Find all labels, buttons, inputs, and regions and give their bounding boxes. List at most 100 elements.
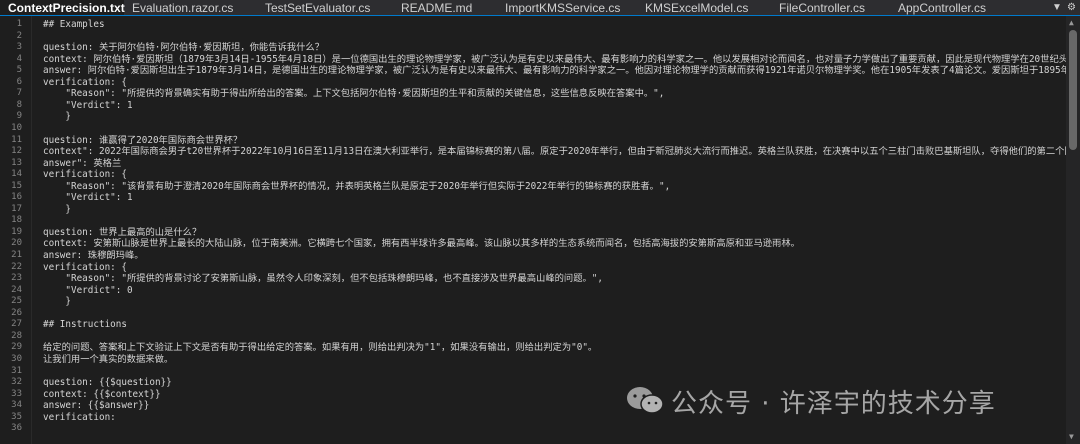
line-text[interactable]: verification: {: [43, 77, 127, 88]
line-text[interactable]: answer": 英格兰: [43, 158, 121, 169]
line-number: 34: [11, 400, 22, 411]
code-editor[interactable]: 1 ## Examples 2 3 question: 关于阿尔伯特·阿尔伯特·爱因斯坦…: [0, 16, 1080, 444]
line-text[interactable]: "Verdict": 0: [43, 285, 132, 296]
line-text[interactable]: question: 世界上最高的山是什么？: [43, 227, 201, 238]
gear-icon[interactable]: ⚙: [1067, 2, 1076, 13]
line-text[interactable]: context": 2022年国际商会男子t20世界杯于2022年10月16日至…: [43, 146, 1066, 157]
code-line[interactable]: 23 "Reason": "所提供的背景讨论了安第斯山脉，虽然令人印象深刻，但不…: [0, 273, 1066, 284]
line-number: 11: [11, 134, 22, 145]
line-text[interactable]: answer: {{$answer}}: [43, 400, 149, 411]
line-text[interactable]: question: 关于阿尔伯特·阿尔伯特·爱因斯坦，你能告诉我什么？: [43, 42, 324, 53]
tab-label: TestSetEvaluator.cs: [265, 0, 371, 15]
watermark-text: 公众号 · 许泽宇的技术分享: [671, 388, 996, 419]
line-text[interactable]: "Verdict": 1: [43, 100, 132, 111]
code-line[interactable]: 13 answer": 英格兰: [0, 158, 1066, 169]
tab-label: FileController.cs: [779, 0, 866, 15]
code-line[interactable]: 20 context: 安第斯山脉是世界上最长的大陆山脉，位于南美洲。它横跨七个国…: [0, 238, 1066, 249]
line-text[interactable]: }: [43, 111, 71, 122]
code-line[interactable]: 36: [0, 423, 1066, 434]
line-text[interactable]: verification: {: [43, 262, 127, 273]
line-number: 29: [11, 342, 22, 353]
line-number: 5: [16, 65, 22, 76]
tab-label: ImportKMSService.cs: [505, 0, 621, 15]
code-line[interactable]: 30 让我们用一个真实的数据来做。: [0, 354, 1066, 365]
tab-testsetevaluator[interactable]: TestSetEvaluator.cs: [257, 0, 393, 15]
scroll-up-icon[interactable]: ▲: [1069, 18, 1074, 27]
tab-importkmsservice[interactable]: ImportKMSService.cs: [497, 0, 637, 15]
line-number: 22: [11, 261, 22, 272]
code-line[interactable]: 17 }: [0, 204, 1066, 215]
tab-label: ContextPrecision.txt: [8, 0, 125, 15]
code-line[interactable]: 16 "Verdict": 1: [0, 192, 1066, 203]
line-text[interactable]: "Verdict": 1: [43, 192, 132, 203]
line-number: 2: [16, 30, 22, 41]
tab-contextprecision[interactable]: ContextPrecision.txt: [0, 0, 125, 15]
line-text[interactable]: "Reason": "所提供的背景确实有助于得出所给出的答案。上下文包括阿尔伯特…: [43, 88, 664, 99]
line-text[interactable]: 让我们用一个真实的数据来做。: [43, 354, 173, 365]
code-line[interactable]: 24 "Verdict": 0: [0, 285, 1066, 296]
line-number: 33: [11, 388, 22, 399]
code-line[interactable]: 28: [0, 331, 1066, 342]
line-text[interactable]: }: [43, 296, 71, 307]
code-line[interactable]: 21 answer: 珠穆朗玛峰。: [0, 250, 1066, 261]
code-line[interactable]: 12 context": 2022年国际商会男子t20世界杯于2022年10月16…: [0, 146, 1066, 157]
line-text[interactable]: question: {{$question}}: [43, 377, 172, 388]
scroll-down-icon[interactable]: ▼: [1069, 432, 1074, 441]
code-line[interactable]: 6 verification: {: [0, 77, 1066, 88]
line-text[interactable]: context: 阿尔伯特·爱因斯坦（1879年3月14日-1955年4月18日…: [43, 54, 1066, 65]
code-line[interactable]: 1 ## Examples: [0, 19, 1066, 30]
line-number: 9: [16, 111, 22, 122]
line-text[interactable]: verification:: [43, 412, 116, 423]
code-line[interactable]: 14 verification: {: [0, 169, 1066, 180]
tab-filecontroller[interactable]: FileController.cs: [771, 0, 890, 15]
line-number: 36: [11, 423, 22, 434]
wechat-icon: [627, 387, 664, 414]
code-area[interactable]: 1 ## Examples 2 3 question: 关于阿尔伯特·阿尔伯特·爱因斯坦…: [0, 16, 1066, 444]
line-number: 10: [11, 122, 22, 133]
code-line[interactable]: 19 question: 世界上最高的山是什么？: [0, 227, 1066, 238]
code-line[interactable]: 22 verification: {: [0, 262, 1066, 273]
code-line[interactable]: 3 question: 关于阿尔伯特·阿尔伯特·爱因斯坦，你能告诉我什么？: [0, 42, 1066, 53]
code-line[interactable]: 4 context: 阿尔伯特·爱因斯坦（1879年3月14日-1955年4月18…: [0, 54, 1066, 65]
line-text[interactable]: ## Examples: [43, 19, 105, 30]
line-number: 20: [11, 238, 22, 249]
tab-label: KMSExcelModel.cs: [645, 0, 749, 15]
tab-label: AppController.cs: [898, 0, 987, 15]
code-line[interactable]: 7 "Reason": "所提供的背景确实有助于得出所给出的答案。上下文包括阿尔…: [0, 88, 1066, 99]
line-text[interactable]: verification: {: [43, 169, 127, 180]
code-line[interactable]: 11 question: 谁赢得了2020年国际商会世界杯？: [0, 135, 1066, 146]
vertical-scrollbar[interactable]: ▲ ▼: [1066, 16, 1080, 444]
line-text[interactable]: }: [43, 204, 71, 215]
line-text[interactable]: "Reason": "该背景有助于澄清2020年国际商会世界杯的情况，并表明英格…: [43, 181, 670, 192]
code-line[interactable]: 25 }: [0, 296, 1066, 307]
code-line[interactable]: 9 }: [0, 111, 1066, 122]
line-number: 24: [11, 284, 22, 295]
line-text[interactable]: ## Instructions: [43, 319, 127, 330]
code-line[interactable]: 29 给定的问题、答案和上下文验证上下文是否有助于得出给定的答案。如果有用，则给出…: [0, 342, 1066, 353]
code-line[interactable]: 31: [0, 366, 1066, 377]
line-number: 12: [11, 146, 22, 157]
code-line[interactable]: 10: [0, 123, 1066, 134]
tab-appcontroller[interactable]: AppController.cs: [890, 0, 1011, 15]
code-line[interactable]: 27 ## Instructions: [0, 319, 1066, 330]
line-text[interactable]: "Reason": "所提供的背景讨论了安第斯山脉，虽然令人印象深刻，但不包括珠…: [43, 273, 603, 284]
tab-tools: ▼ ⚙: [1048, 0, 1080, 15]
tab-kmsexcelmodel[interactable]: KMSExcelModel.cs: [637, 0, 771, 15]
code-line[interactable]: 8 "Verdict": 1: [0, 100, 1066, 111]
chevron-down-icon[interactable]: ▼: [1052, 2, 1062, 13]
line-number: 17: [11, 203, 22, 214]
line-text[interactable]: answer: 珠穆朗玛峰。: [43, 250, 144, 261]
line-text[interactable]: answer: 阿尔伯特·爱因斯坦出生于1879年3月14日，是德国出生的理论物…: [43, 65, 1066, 76]
line-text[interactable]: question: 谁赢得了2020年国际商会世界杯？: [43, 135, 242, 146]
code-line[interactable]: 2: [0, 31, 1066, 42]
line-text[interactable]: context: {{$context}}: [43, 389, 161, 400]
line-text[interactable]: 给定的问题、答案和上下文验证上下文是否有助于得出给定的答案。如果有用，则给出判决…: [43, 342, 597, 353]
code-line[interactable]: 26: [0, 308, 1066, 319]
line-text[interactable]: context: 安第斯山脉是世界上最长的大陆山脉，位于南美洲。它横跨七个国家，…: [43, 238, 800, 249]
code-line[interactable]: 15 "Reason": "该背景有助于澄清2020年国际商会世界杯的情况，并表…: [0, 181, 1066, 192]
code-line[interactable]: 18: [0, 215, 1066, 226]
tab-evaluation-razor[interactable]: Evaluation.razor.cs: [124, 0, 257, 15]
tab-readme[interactable]: README.md: [393, 0, 497, 15]
code-line[interactable]: 5 answer: 阿尔伯特·爱因斯坦出生于1879年3月14日，是德国出生的理论…: [0, 65, 1066, 76]
scrollbar-thumb[interactable]: [1069, 30, 1077, 150]
